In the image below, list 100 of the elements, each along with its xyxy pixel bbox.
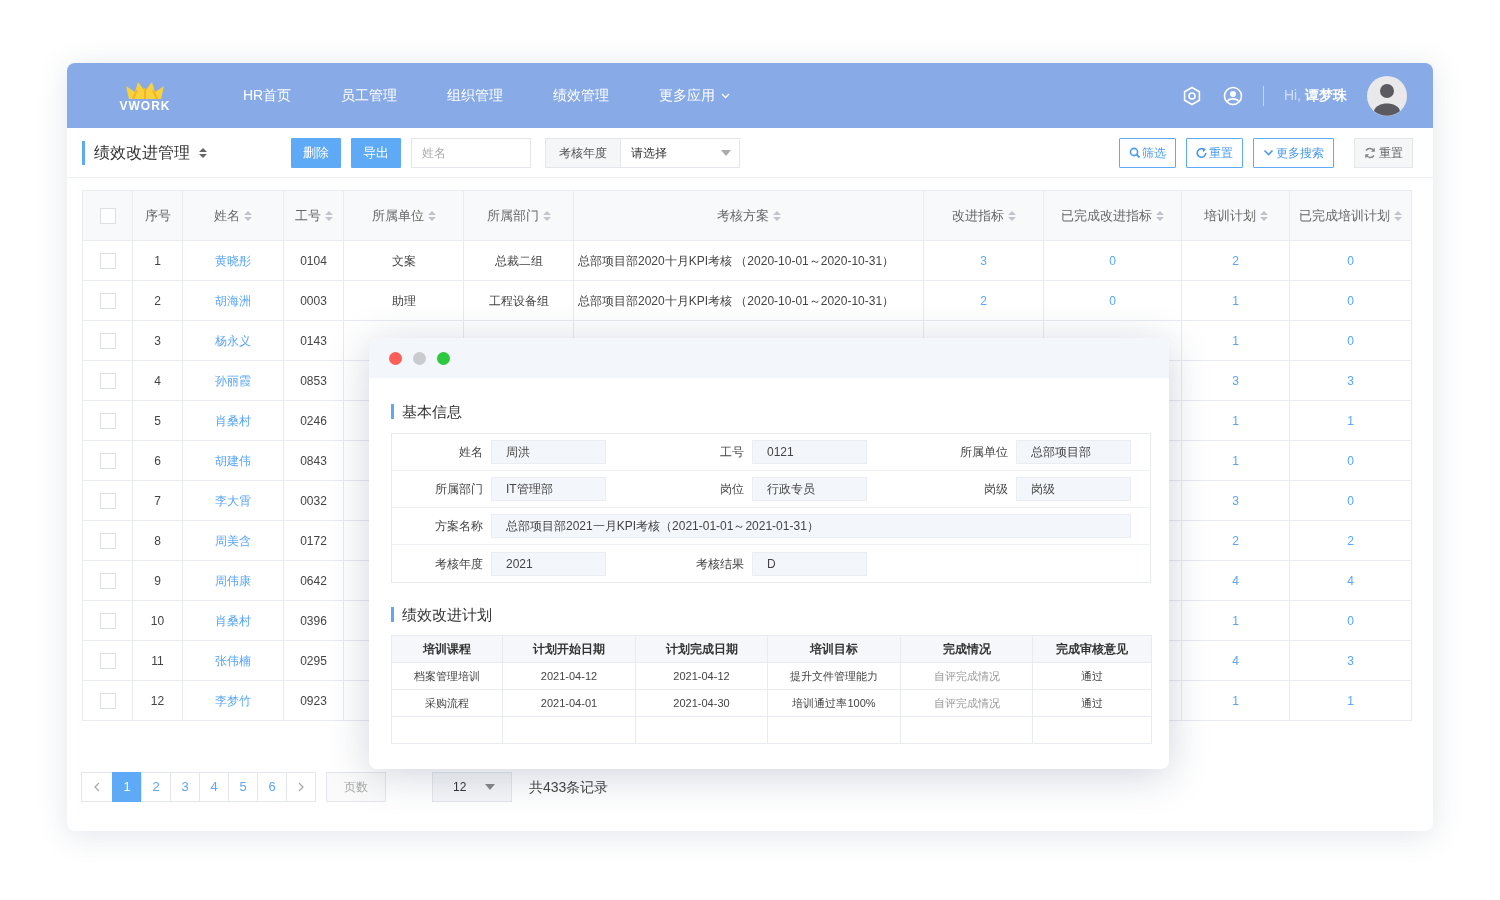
count-link[interactable]: 0	[1347, 453, 1354, 468]
table-cell: 4	[154, 373, 161, 388]
search-icon	[1129, 147, 1140, 158]
count-link[interactable]: 0	[1109, 293, 1116, 308]
checkbox[interactable]	[99, 653, 116, 670]
maximize-button[interactable]	[437, 351, 450, 365]
table-cell: 工程设备组	[488, 293, 549, 308]
column-header-cell[interactable]: 所属单位	[343, 190, 464, 241]
column-header-cell[interactable]: 改进指标	[923, 190, 1044, 241]
nav-link[interactable]: 组织管理	[447, 85, 504, 106]
page-button[interactable]: 5	[228, 772, 258, 802]
checkbox[interactable]	[99, 333, 116, 350]
count-link[interactable]: 2	[1232, 533, 1239, 548]
column-header-cell[interactable]: 序号	[132, 190, 183, 241]
filter-button[interactable]: 筛选	[1119, 137, 1176, 168]
close-button[interactable]	[389, 351, 402, 365]
employee-link[interactable]: 胡建伟	[215, 453, 251, 468]
checkbox[interactable]	[99, 493, 116, 510]
count-link[interactable]: 0	[1347, 293, 1354, 308]
nav-link[interactable]: HR首页	[243, 85, 292, 106]
count-link[interactable]: 3	[1232, 493, 1239, 508]
count-link[interactable]: 0	[1347, 613, 1354, 628]
count-link[interactable]: 1	[1232, 293, 1239, 308]
count-link[interactable]: 4	[1232, 573, 1239, 588]
count-link[interactable]: 1	[1232, 613, 1239, 628]
count-link[interactable]: 0	[1347, 493, 1354, 508]
page-button[interactable]: 1	[112, 772, 142, 802]
checkbox[interactable]	[99, 693, 116, 710]
nav-dropdown[interactable]: 更多应用	[659, 85, 731, 106]
page-field[interactable]: 页数	[326, 772, 386, 802]
checkbox[interactable]	[99, 413, 116, 430]
field-label: 工号	[719, 444, 744, 461]
count-link[interactable]: 2	[1232, 253, 1239, 268]
nav-link[interactable]: 员工管理	[341, 85, 398, 106]
count-link[interactable]: 0	[1347, 253, 1354, 268]
employee-link[interactable]: 周美含	[215, 533, 251, 548]
column-header-cell[interactable]: 已完成培训计划	[1289, 190, 1412, 241]
employee-link[interactable]: 肖桑村	[215, 413, 251, 428]
next-page-button[interactable]	[286, 772, 316, 802]
sort-icon	[244, 210, 252, 221]
checkbox[interactable]	[99, 208, 116, 225]
count-link[interactable]: 0	[1347, 333, 1354, 348]
count-link[interactable]: 2	[980, 293, 987, 308]
count-link[interactable]: 1	[1232, 453, 1239, 468]
page-button[interactable]: 3	[170, 772, 200, 802]
checkbox[interactable]	[99, 373, 116, 390]
reset-button[interactable]: 重置	[1354, 137, 1413, 168]
checkbox[interactable]	[99, 293, 116, 310]
checkbox[interactable]	[99, 253, 116, 270]
employee-link[interactable]: 孙丽霞	[215, 373, 251, 388]
nav-link[interactable]: 绩效管理	[553, 85, 610, 106]
employee-link[interactable]: 李大霄	[215, 493, 251, 508]
count-link[interactable]: 1	[1347, 693, 1354, 708]
previous-page-button[interactable]	[81, 772, 113, 802]
employee-link[interactable]: 胡海洲	[215, 293, 251, 308]
year-select[interactable]: 考核年度 请选择	[545, 137, 740, 168]
count-link[interactable]: 1	[1232, 333, 1239, 348]
column-header-cell[interactable]: 考核方案	[573, 190, 924, 241]
employee-link[interactable]: 肖桑村	[215, 613, 251, 628]
table-cell: 0923	[300, 693, 327, 708]
employee-link[interactable]: 周伟康	[215, 573, 251, 588]
employee-link[interactable]: 杨永义	[215, 333, 251, 348]
column-header-cell[interactable]: 所属部门	[463, 190, 574, 241]
count-link[interactable]: 0	[1109, 253, 1116, 268]
employee-link[interactable]: 黄晓彤	[215, 253, 251, 268]
count-link[interactable]: 4	[1232, 653, 1239, 668]
count-link[interactable]: 3	[1347, 653, 1354, 668]
count-link[interactable]: 1	[1347, 413, 1354, 428]
reset-button[interactable]: 重置	[1186, 137, 1243, 168]
page-button[interactable]: 2	[141, 772, 171, 802]
count-link[interactable]: 1	[1232, 693, 1239, 708]
checkbox[interactable]	[99, 453, 116, 470]
checkbox[interactable]	[99, 533, 116, 550]
column-header-cell[interactable]: 工号	[283, 190, 344, 241]
delete-button[interactable]: 删除	[291, 137, 341, 168]
count-link[interactable]: 4	[1347, 573, 1354, 588]
chevron-left-icon	[94, 782, 100, 792]
count-link[interactable]: 3	[980, 253, 987, 268]
count-link[interactable]: 2	[1347, 533, 1354, 548]
name-field[interactable]: 姓名	[411, 137, 531, 168]
checkbox[interactable]	[99, 613, 116, 630]
section-title: 绩效改进计划	[391, 607, 1169, 622]
table-cell: 10	[150, 613, 165, 628]
page-button[interactable]: 4	[199, 772, 229, 802]
employee-link[interactable]: 张伟楠	[215, 653, 251, 668]
checkbox[interactable]	[99, 573, 116, 590]
export-button[interactable]: 导出	[351, 137, 401, 168]
count-link[interactable]: 3	[1232, 373, 1239, 388]
employee-link[interactable]: 李梦竹	[215, 693, 251, 708]
page-size-select[interactable]: 12	[432, 772, 512, 802]
column-header-cell[interactable]: 已完成改进指标	[1043, 190, 1182, 241]
year-value: 请选择	[630, 144, 668, 162]
column-header-cell[interactable]: 培训计划	[1181, 190, 1290, 241]
minimize-button[interactable]	[413, 351, 426, 365]
table-cell: 通过	[1081, 696, 1103, 709]
page-button[interactable]: 6	[257, 772, 287, 802]
count-link[interactable]: 1	[1232, 413, 1239, 428]
count-link[interactable]: 3	[1347, 373, 1354, 388]
column-header-cell[interactable]: 姓名	[182, 190, 284, 241]
more-search-button[interactable]: 更多搜索	[1253, 137, 1334, 168]
